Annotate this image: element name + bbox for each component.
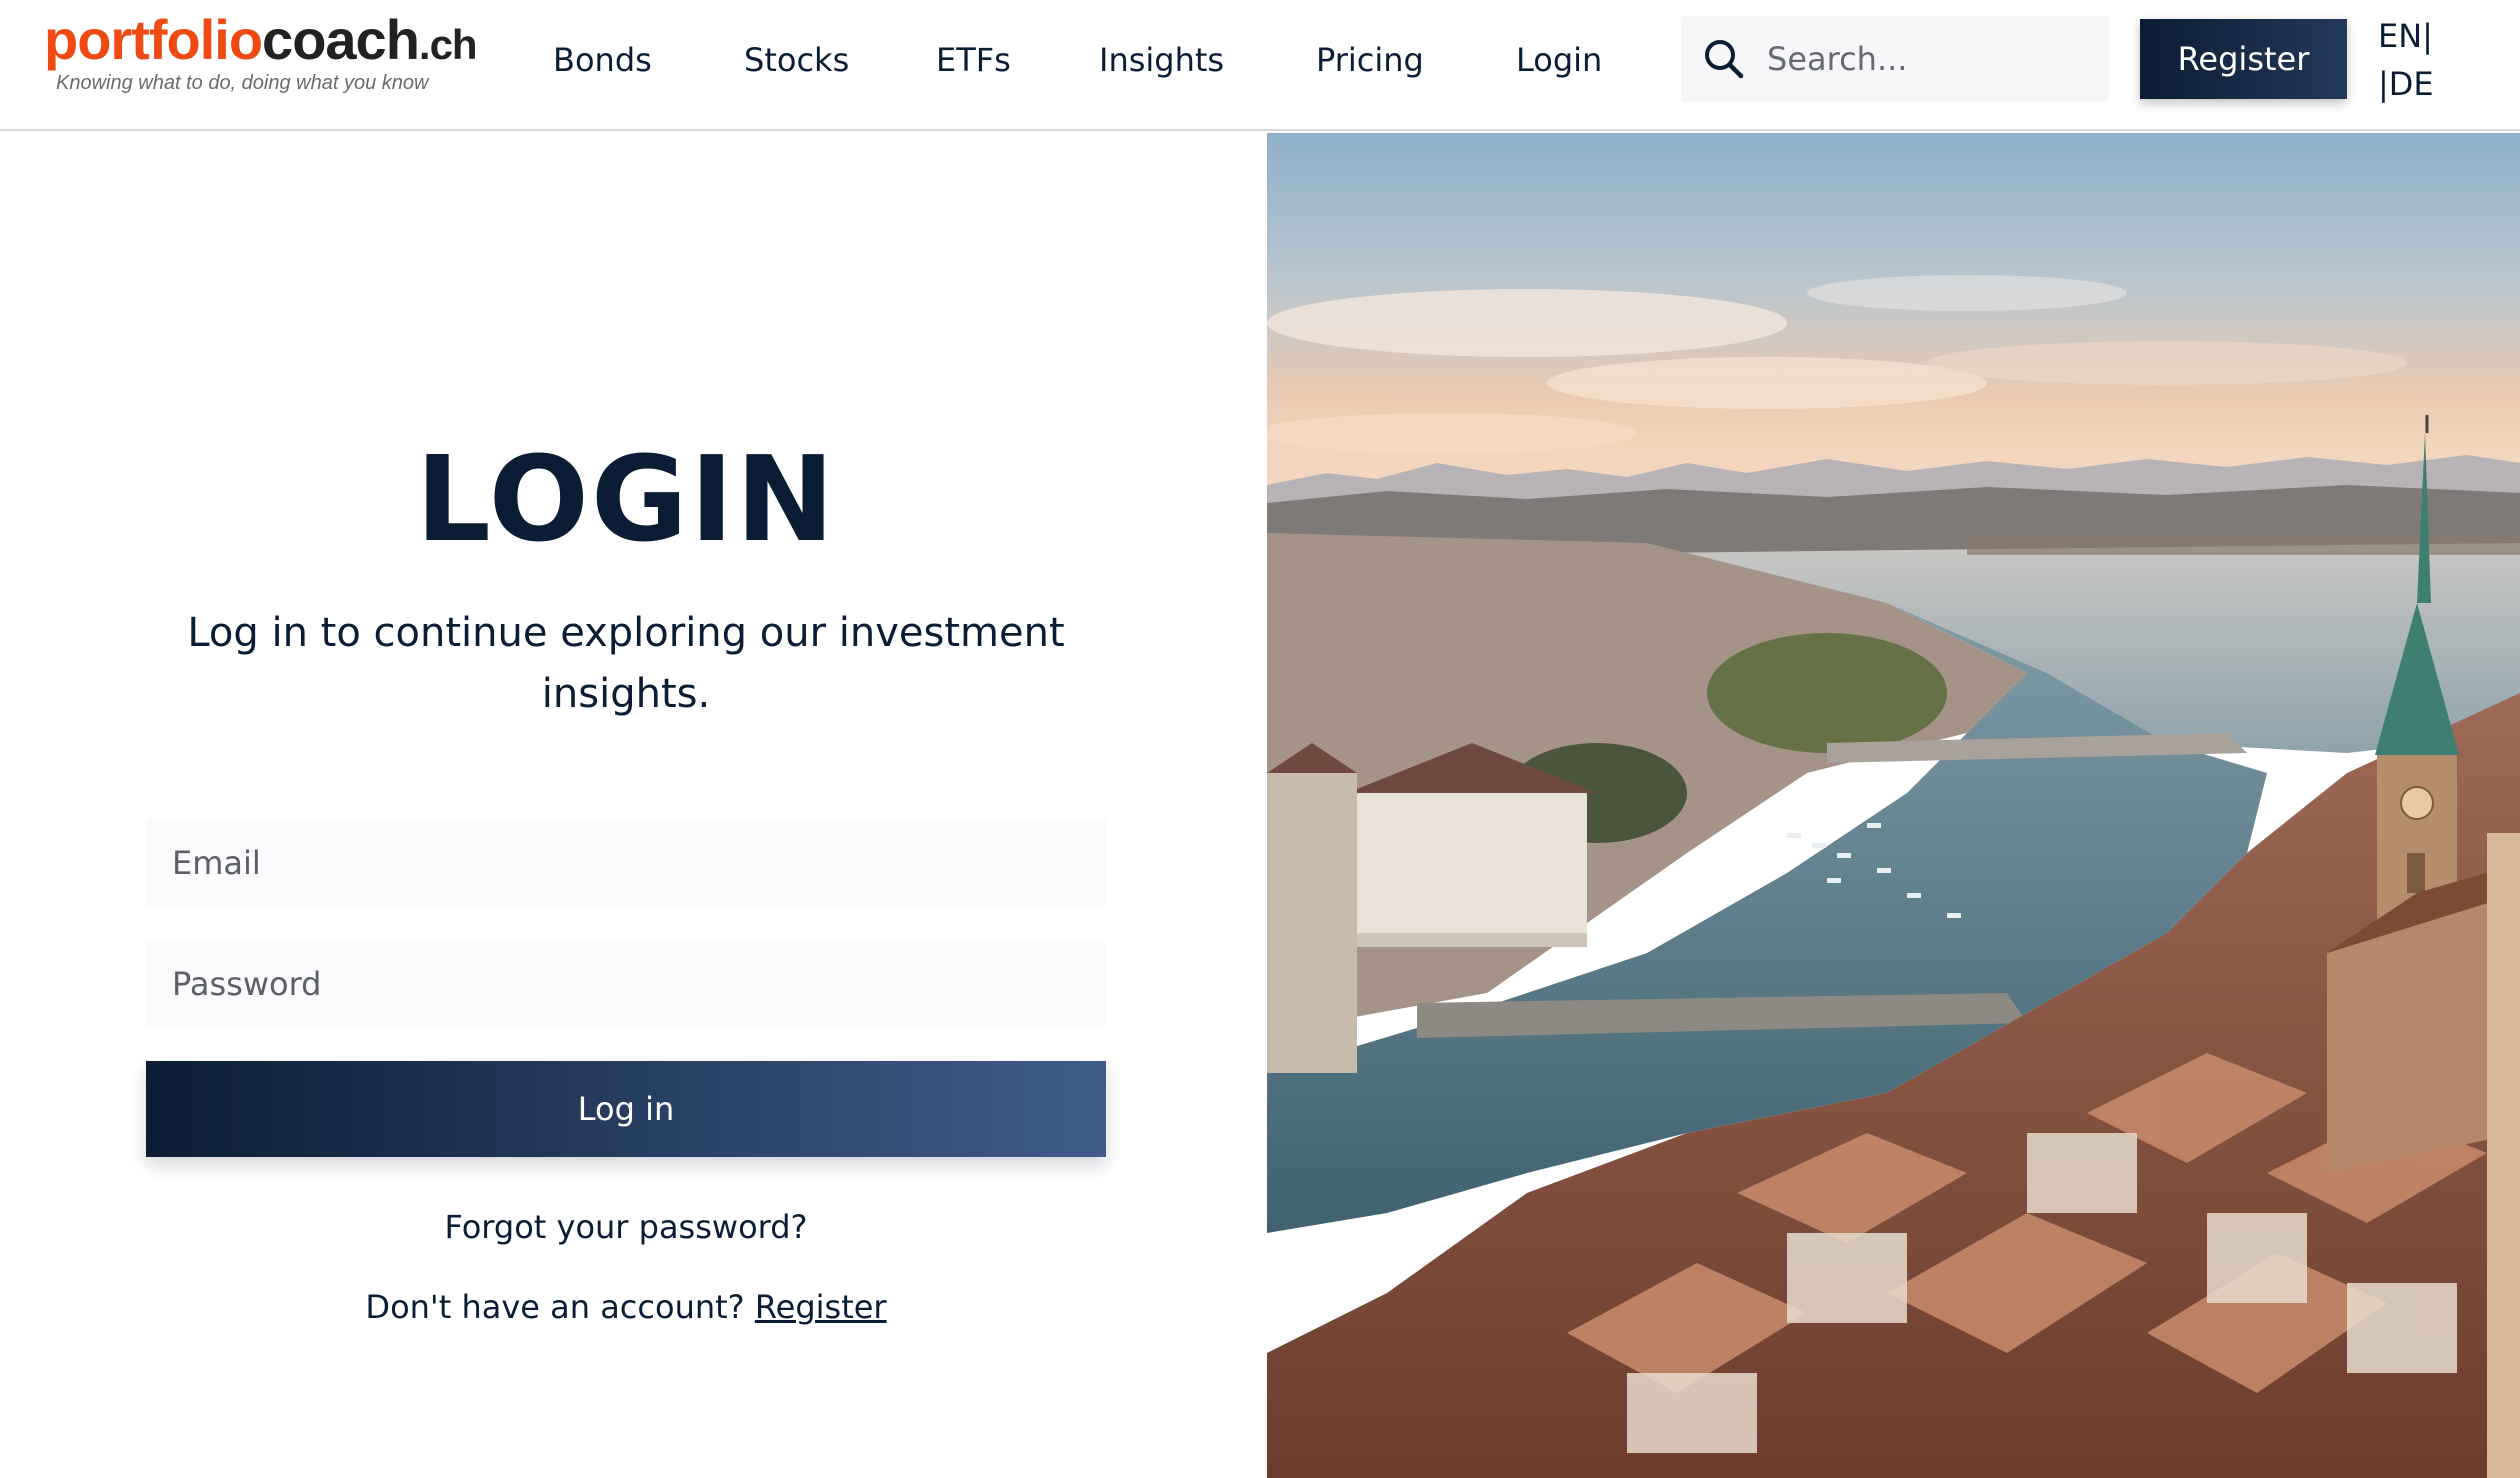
nav-login[interactable]: Login (1516, 36, 1602, 84)
password-field[interactable] (146, 939, 1106, 1029)
register-button[interactable]: Register (2140, 19, 2347, 99)
language-en[interactable]: EN| (2378, 16, 2433, 56)
no-account-text: Don't have an account? (365, 1288, 755, 1326)
zurich-city-image (1267, 133, 2520, 1478)
logo-tld-text: .ch (418, 21, 478, 68)
language-de[interactable]: |DE (2378, 64, 2434, 104)
search-input[interactable] (1767, 30, 2087, 88)
search-icon[interactable] (1703, 38, 1745, 80)
nav-stocks[interactable]: Stocks (744, 36, 849, 84)
search-box[interactable] (1681, 16, 2109, 102)
nav-pricing[interactable]: Pricing (1316, 36, 1424, 84)
forgot-password-link[interactable]: Forgot your password? (0, 1205, 1252, 1249)
login-subtitle: Log in to continue exploring our investm… (187, 610, 1065, 717)
logo-tagline: Knowing what to do, doing what you know (56, 72, 429, 94)
email-field[interactable] (146, 818, 1106, 908)
logo-coach-text: coach (262, 8, 420, 71)
signup-prompt: Don't have an account? Register (0, 1285, 1252, 1329)
portfoliocoach-logo[interactable]: portfoliocoach.ch Knowing what to do, do… (44, 8, 534, 104)
top-navigation-bar: portfoliocoach.ch Knowing what to do, do… (0, 0, 2520, 131)
login-title: LOGIN (415, 430, 837, 568)
signup-register-link[interactable]: Register (755, 1288, 887, 1326)
nav-etfs[interactable]: ETFs (936, 36, 1011, 84)
logo-portfolio-text: portfolio (44, 8, 263, 71)
nav-bonds[interactable]: Bonds (553, 36, 652, 84)
nav-insights[interactable]: Insights (1099, 36, 1224, 84)
login-submit-button[interactable]: Log in (146, 1061, 1106, 1157)
logo-wordmark: portfoliocoach.ch (44, 8, 478, 77)
login-panel: LOGIN Log in to continue exploring our i… (0, 133, 1267, 1478)
